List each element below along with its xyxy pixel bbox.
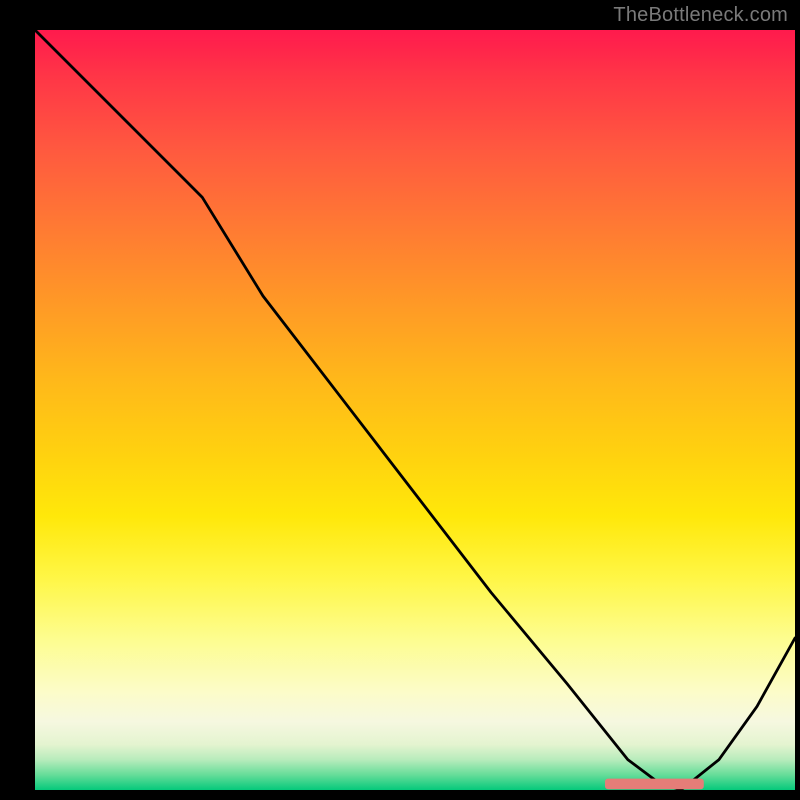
attribution-label: TheBottleneck.com: [613, 4, 788, 27]
plot-area: [35, 30, 795, 790]
bottleneck-curve: [35, 30, 795, 790]
optimal-range-marker: [605, 779, 704, 790]
chart-frame: TheBottleneck.com: [0, 0, 800, 800]
chart-svg: [35, 30, 795, 790]
